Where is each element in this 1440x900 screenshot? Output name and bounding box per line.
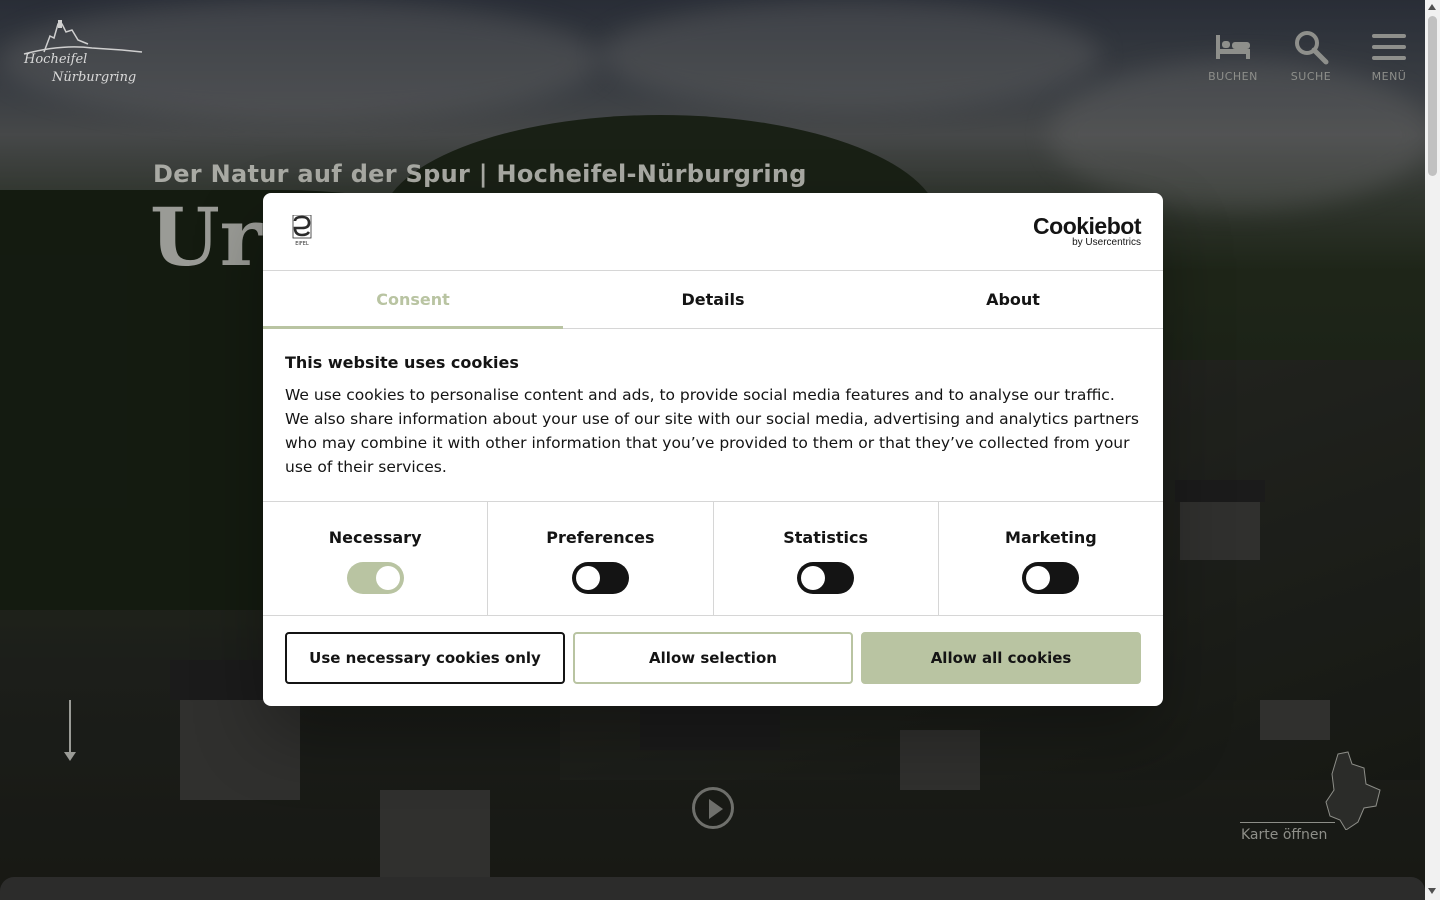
scroll-down-arrow-icon[interactable] [1428, 888, 1436, 894]
consent-body: This website uses cookies We use cookies… [263, 329, 1163, 502]
cookiebot-logo[interactable]: Cookiebot by Usercentrics [1033, 215, 1141, 249]
category-label: Preferences [546, 528, 655, 547]
tab-details[interactable]: Details [563, 271, 863, 328]
search-icon [1291, 28, 1331, 66]
site-logo[interactable]: Hocheifel Nürburgring [22, 18, 147, 93]
use-necessary-only-button[interactable]: Use necessary cookies only [285, 632, 565, 684]
preferences-toggle[interactable] [571, 562, 629, 594]
consent-heading: This website uses cookies [285, 353, 519, 372]
tab-about[interactable]: About [863, 271, 1163, 328]
open-map-label: Karte öffnen [1241, 827, 1328, 843]
play-video-button[interactable] [692, 787, 734, 829]
nav-search-label: SUCHE [1290, 70, 1332, 83]
dialog-tabs: Consent Details About [263, 271, 1163, 329]
content-panel-edge [0, 877, 1425, 900]
nav-menu-button[interactable]: MENÜ [1364, 28, 1414, 83]
scroll-up-arrow-icon[interactable] [1428, 4, 1436, 10]
statistics-toggle[interactable] [797, 562, 855, 594]
consent-buttons: Use necessary cookies only Allow selecti… [263, 616, 1163, 684]
svg-text:EIFEL: EIFEL [295, 241, 309, 247]
nav-search-button[interactable]: SUCHE [1286, 28, 1336, 83]
nav-book-button[interactable]: BUCHEN [1208, 28, 1258, 83]
necessary-toggle[interactable] [346, 562, 404, 594]
marketing-toggle[interactable] [1022, 562, 1080, 594]
top-navigation: BUCHEN SUCHE MENÜ [1208, 28, 1414, 83]
allow-selection-button[interactable]: Allow selection [573, 632, 853, 684]
nav-menu-label: MENÜ [1371, 70, 1407, 83]
scroll-down-line[interactable] [69, 700, 71, 758]
open-map-link[interactable]: Karte öffnen [1240, 750, 1390, 850]
category-necessary: Necessary [263, 502, 489, 615]
consent-text: We use cookies to personalise content an… [285, 386, 1139, 476]
dialog-header: EIFEL Cookiebot by Usercentrics [263, 193, 1163, 271]
category-label: Statistics [783, 528, 868, 547]
hero-subtitle: Der Natur auf der Spur | Hocheifel-Nürbu… [153, 160, 807, 188]
bed-icon [1213, 28, 1253, 66]
category-preferences: Preferences [488, 502, 714, 615]
arrow-down-icon[interactable] [64, 752, 76, 761]
tab-consent[interactable]: Consent [263, 271, 563, 329]
menu-icon [1369, 28, 1409, 66]
allow-all-cookies-button[interactable]: Allow all cookies [861, 632, 1141, 684]
eifel-brand-icon: EIFEL [292, 215, 312, 247]
nav-book-label: BUCHEN [1208, 70, 1258, 83]
region-map-icon [1325, 751, 1381, 831]
logo-wordmark-1: Hocheifel [24, 52, 88, 67]
cookie-categories: Necessary Preferences Statistics Marketi… [263, 502, 1163, 616]
category-label: Marketing [1005, 528, 1097, 547]
category-label: Necessary [328, 528, 422, 547]
logo-wordmark-2: Nürburgring [52, 70, 137, 85]
category-marketing: Marketing [939, 502, 1163, 615]
page-scrollbar[interactable] [1425, 0, 1440, 900]
cookie-consent-dialog: EIFEL Cookiebot by Usercentrics Consent … [263, 193, 1163, 706]
category-statistics: Statistics [714, 502, 939, 615]
cookiebot-name: Cookiebot [1033, 213, 1141, 239]
scrollbar-thumb[interactable] [1428, 16, 1437, 176]
